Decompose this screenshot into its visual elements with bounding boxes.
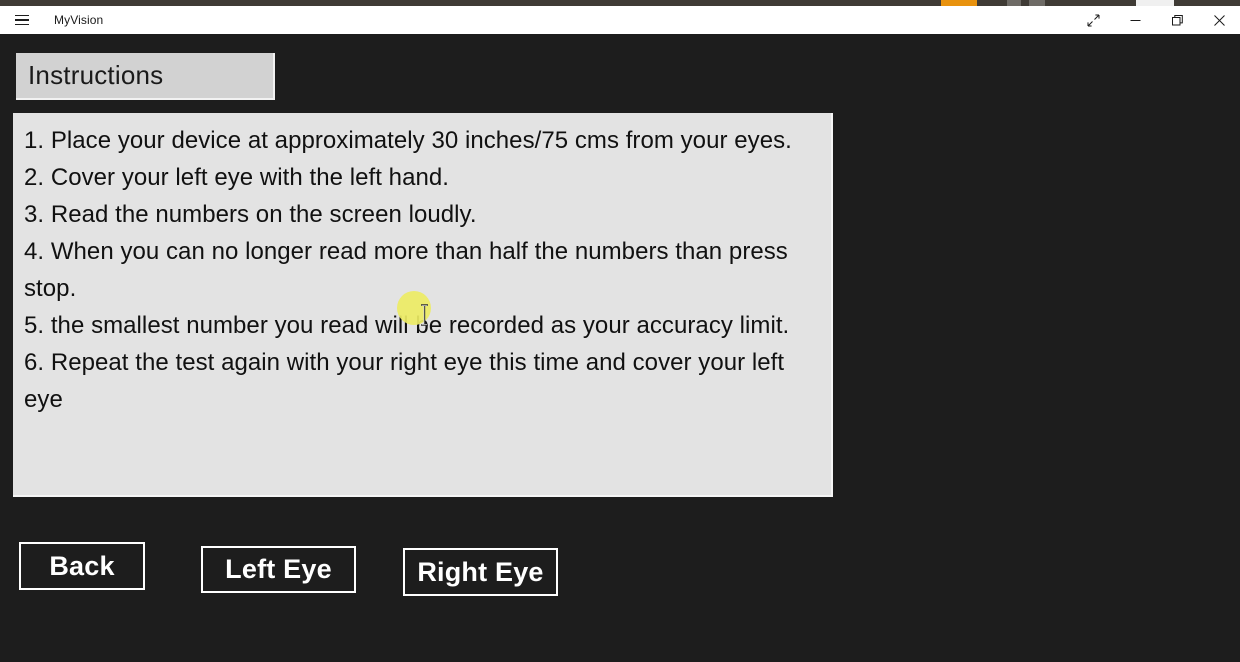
instruction-step: 6. Repeat the test again with your right… [24,349,785,413]
instruction-step: 4. When you can no longer read more than… [24,238,788,302]
back-button[interactable]: Back [19,542,145,590]
close-icon[interactable] [1198,6,1240,34]
left-eye-button[interactable]: Left Eye [201,546,356,593]
app-title: MyVision [54,13,104,27]
page-title: Instructions [28,60,164,90]
expand-icon[interactable] [1072,6,1114,34]
instructions-list: 1. Place your device at approximately 30… [24,122,817,418]
right-eye-button[interactable]: Right Eye [403,548,558,596]
hamburger-bar-3 [15,23,29,26]
instruction-step: 5. the smallest number you read will be … [24,312,790,339]
title-bar: MyVision [0,6,1240,34]
instruction-step: 1. Place your device at approximately 30… [24,127,792,154]
window-controls [1072,6,1240,34]
minimize-icon[interactable] [1114,6,1156,34]
instructions-header-chip: Instructions [16,53,275,100]
restore-icon[interactable] [1156,6,1198,34]
instruction-step: 2. Cover your left eye with the left han… [24,164,449,191]
instructions-panel: 1. Place your device at approximately 30… [13,113,833,497]
main-content: Instructions 1. Place your device at app… [0,34,1240,662]
hamburger-bar-2 [15,19,29,21]
hamburger-menu-icon[interactable] [0,6,44,34]
hamburger-bar-1 [15,14,29,17]
instruction-step: 3. Read the numbers on the screen loudly… [24,201,477,228]
